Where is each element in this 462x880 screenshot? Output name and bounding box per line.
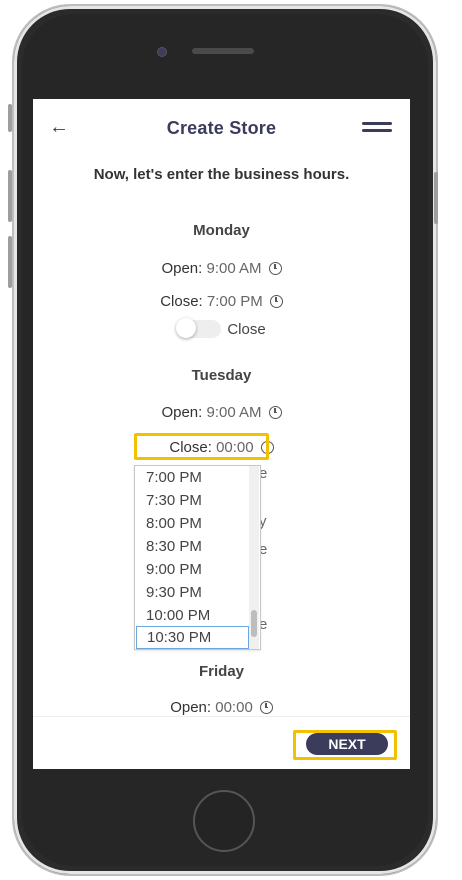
earpiece-speaker — [192, 48, 254, 54]
footer-bar: NEXT — [33, 716, 410, 769]
time-option[interactable]: 9:30 PM — [135, 581, 260, 604]
time-option[interactable]: 8:30 PM — [135, 535, 260, 558]
home-button[interactable] — [193, 790, 255, 852]
day-heading-tuesday: Tuesday — [191, 367, 252, 384]
toggle-label: Close — [227, 321, 266, 338]
monday-close-value[interactable]: 7:00 PM — [207, 293, 263, 310]
page-title: Create Store — [166, 118, 277, 138]
monday-close-row[interactable]: Close: 7:00 PM — [33, 293, 410, 310]
monday-closed-toggle-row[interactable]: Close — [33, 318, 410, 339]
friday-open-value[interactable]: 00:00 — [215, 699, 253, 716]
open-label: Open: — [170, 699, 212, 716]
dropdown-scroll-thumb[interactable] — [251, 610, 257, 637]
friday-open-row[interactable]: Open: 00:00 — [33, 699, 410, 716]
intro-text: Now, let's enter the business hours. — [93, 166, 350, 183]
clock-icon[interactable] — [268, 261, 282, 275]
close-label: Close: — [160, 293, 203, 310]
toggle-knob — [176, 318, 197, 339]
time-option[interactable]: 9:00 PM — [135, 558, 260, 581]
day-heading-monday: Monday — [193, 222, 250, 239]
highlight-next-button — [293, 730, 397, 760]
highlight-close-field — [134, 433, 269, 460]
closed-toggle[interactable] — [176, 318, 222, 339]
clock-icon[interactable] — [269, 294, 283, 308]
power-button — [434, 172, 438, 224]
front-camera — [157, 47, 167, 57]
time-option-selected[interactable]: 10:30 PM — [136, 626, 249, 649]
time-option[interactable]: 10:00 PM — [135, 604, 260, 627]
monday-open-row[interactable]: Open: 9:00 AM — [33, 260, 410, 277]
app-screen: ← Create Store Now, let's enter the busi… — [33, 99, 410, 769]
time-option[interactable]: 8:00 PM — [135, 512, 260, 535]
day-heading-friday: Friday — [198, 663, 244, 680]
clock-icon[interactable] — [268, 405, 282, 419]
volume-up-button — [8, 170, 12, 222]
app-header: ← Create Store — [33, 99, 410, 157]
time-option[interactable]: 7:00 PM — [135, 466, 260, 489]
volume-down-button — [8, 236, 12, 288]
time-option[interactable]: 7:30 PM — [135, 489, 260, 512]
mute-switch — [8, 104, 12, 132]
open-label: Open: — [161, 260, 203, 277]
monday-open-value[interactable]: 9:00 AM — [207, 260, 262, 277]
clock-icon[interactable] — [259, 700, 273, 714]
hamburger-menu-icon[interactable] — [362, 122, 392, 136]
tuesday-open-row[interactable]: Open: 9:00 AM — [33, 404, 410, 421]
time-dropdown[interactable]: 7:00 PM 7:30 PM 8:00 PM 8:30 PM 9:00 PM … — [134, 465, 261, 650]
tuesday-open-value[interactable]: 9:00 AM — [207, 404, 262, 421]
open-label: Open: — [161, 404, 203, 421]
